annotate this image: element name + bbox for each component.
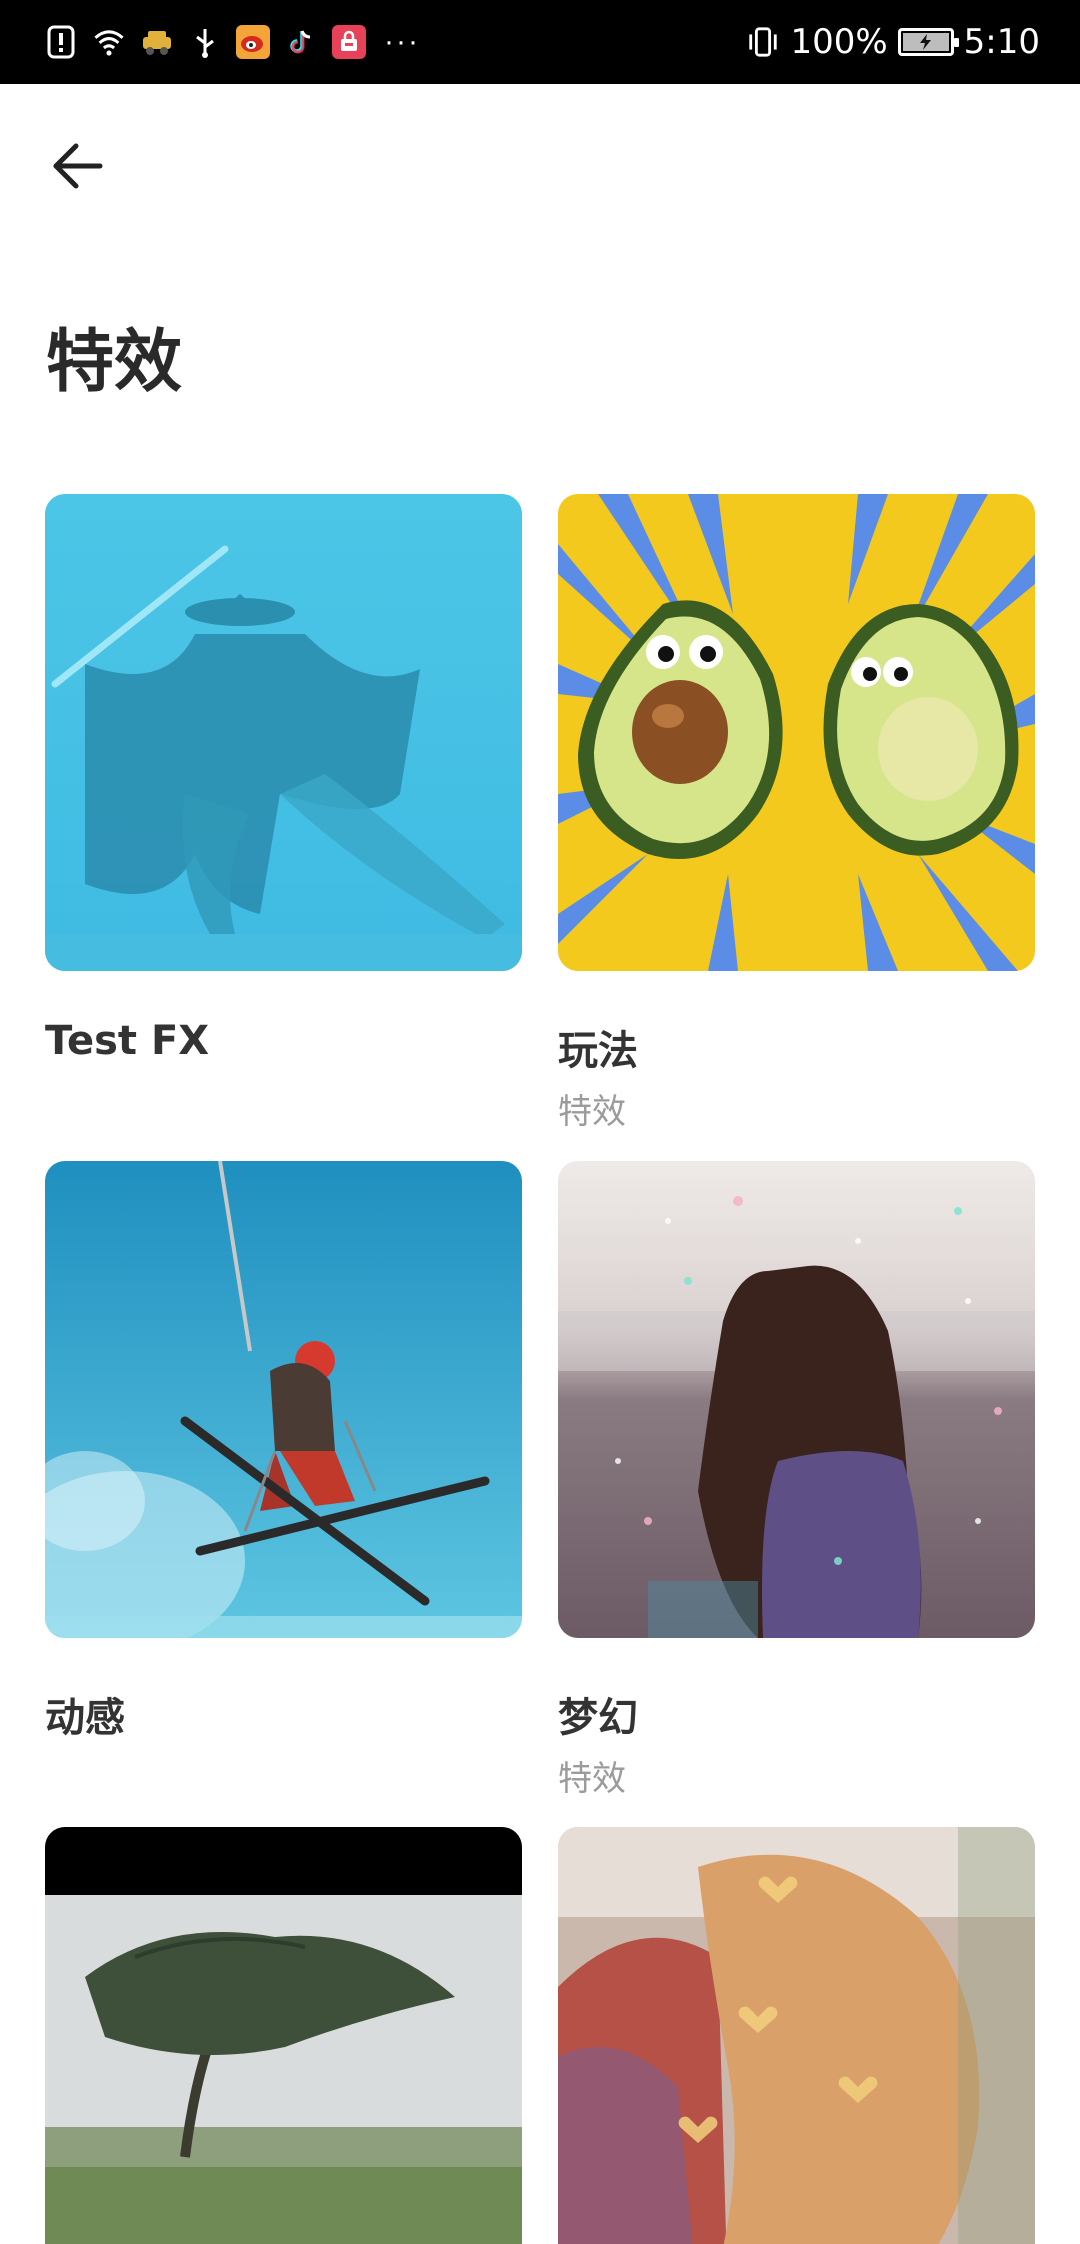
effect-thumbnail — [558, 494, 1035, 971]
alert-icon — [44, 25, 78, 59]
effect-card-gameplay[interactable]: 玩法 特效 — [558, 494, 1035, 1132]
back-button[interactable] — [44, 132, 112, 200]
effect-title: 动感 — [45, 1695, 125, 1741]
more-notifications-indicator: ··· — [384, 25, 420, 58]
effect-thumbnail — [45, 1161, 522, 1638]
effect-title: 玩法 — [558, 1028, 638, 1074]
effect-subtitle: 特效 — [558, 1092, 626, 1132]
page-title: 特效 — [46, 323, 183, 402]
shop-icon — [332, 25, 366, 59]
vibrate-icon — [746, 25, 780, 59]
weibo-icon — [236, 25, 270, 59]
effect-thumbnail — [558, 1827, 1035, 2244]
effect-card-dreamy[interactable]: 梦幻 特效 — [558, 1161, 1035, 1799]
effect-thumbnail — [558, 1161, 1035, 1638]
effect-card-test-fx[interactable]: Test FX — [45, 494, 522, 1064]
effect-card-hearts[interactable] — [558, 1827, 1035, 2244]
effect-card-wind-tree[interactable] — [45, 1827, 522, 2244]
clock: 5:10 — [963, 22, 1040, 62]
status-bar-right: 100% 5:10 — [746, 20, 1040, 64]
battery-percent: 100% — [790, 22, 888, 62]
effect-card-dynamic[interactable]: 动感 — [45, 1161, 522, 1741]
tiktok-icon — [284, 25, 318, 59]
status-bar: ··· 100% 5:10 — [0, 0, 1080, 84]
effect-thumbnail — [45, 1827, 522, 2244]
effect-thumbnail — [45, 494, 522, 971]
effect-subtitle: 特效 — [558, 1759, 626, 1799]
battery-icon — [897, 28, 959, 56]
effect-title: 梦幻 — [558, 1695, 638, 1741]
usb-icon — [188, 25, 222, 59]
back-arrow-icon — [53, 143, 103, 189]
effect-title: Test FX — [45, 1018, 210, 1064]
wifi-icon — [92, 25, 126, 59]
car-icon — [140, 25, 174, 59]
status-bar-left: ··· — [44, 20, 420, 64]
